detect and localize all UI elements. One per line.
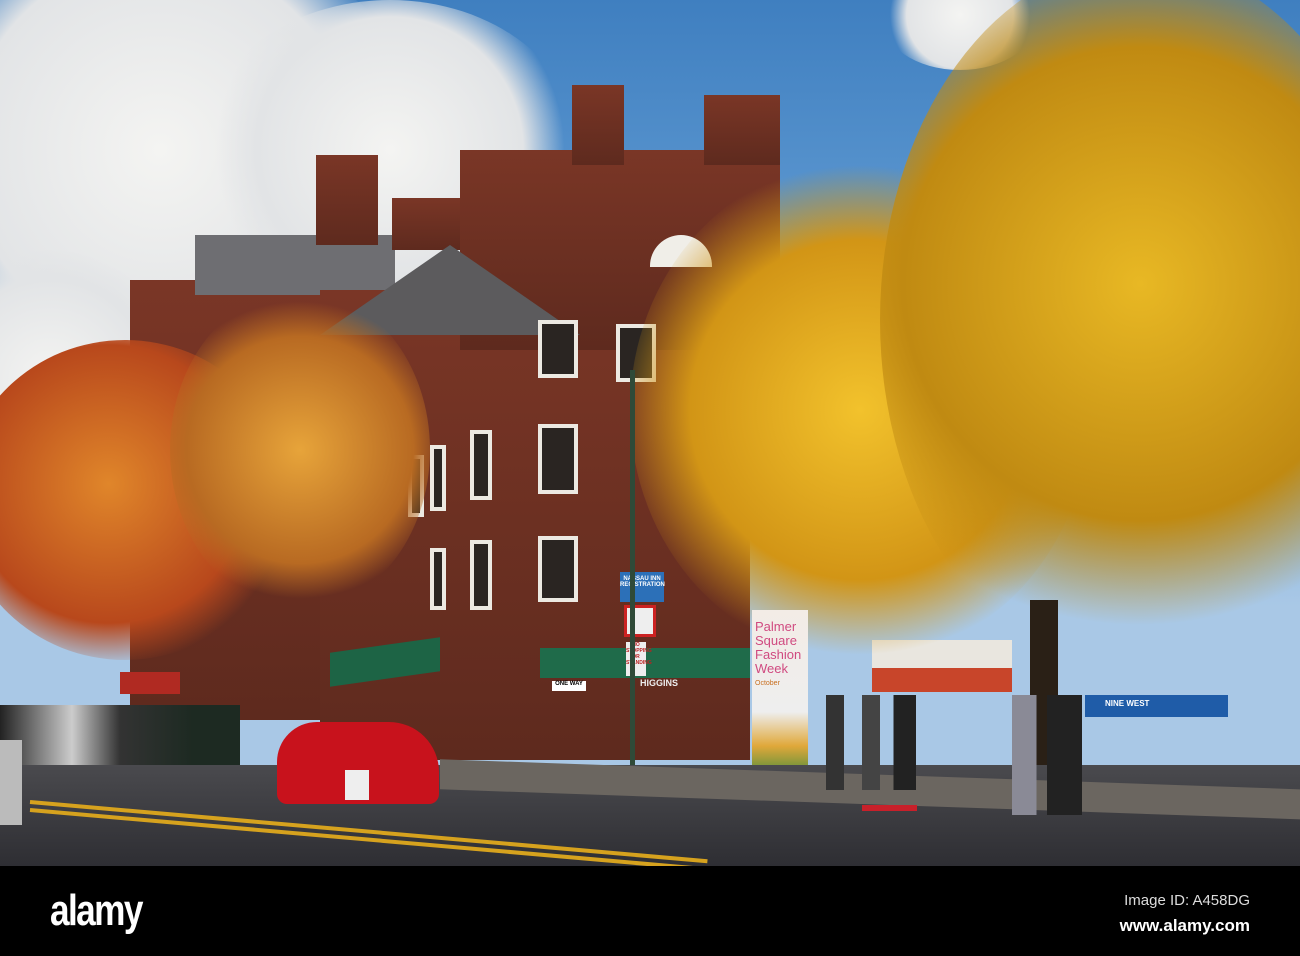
chimney (572, 85, 624, 165)
no-stopping-sign: NO STOPPING OR STANDING (626, 642, 652, 676)
lamp-post (630, 370, 635, 790)
store-sign: NINE WEST (1105, 699, 1150, 708)
window (470, 430, 492, 500)
one-way-sign: ONE WAY (552, 681, 586, 691)
orange-awning (872, 668, 1012, 692)
window (470, 540, 492, 610)
no-u-turn-sign (624, 605, 656, 637)
alamy-logo: alamy (50, 886, 143, 935)
street-photo: NINE WEST NASSAU INN REGISTRATION NO STO… (0, 0, 1300, 866)
chimney (704, 95, 780, 165)
parked-cars (0, 705, 240, 765)
window (538, 536, 578, 602)
orange-tree (170, 290, 430, 610)
window (430, 548, 446, 610)
yield-pedestrian-sign (345, 770, 369, 800)
store-sign: HIGGINS (640, 678, 679, 688)
window (538, 424, 578, 494)
white-car (0, 740, 22, 825)
pedestrians (1012, 695, 1082, 815)
fashion-week-banner: Palmer Square Fashion Week October (752, 610, 808, 780)
banner-date: October (755, 680, 780, 687)
window (430, 445, 446, 511)
site-url: www.alamy.com (1119, 916, 1250, 935)
chimney (316, 155, 378, 245)
banner-title: Palmer Square Fashion Week (755, 619, 802, 676)
red-awning (120, 672, 180, 694)
red-mat (862, 805, 917, 811)
pedestrians (826, 695, 916, 790)
window (538, 320, 578, 378)
watermark-bar (0, 866, 1300, 956)
nassau-inn-sign: NASSAU INN REGISTRATION (620, 572, 665, 602)
image-id: Image ID: A458DG (1124, 892, 1250, 909)
